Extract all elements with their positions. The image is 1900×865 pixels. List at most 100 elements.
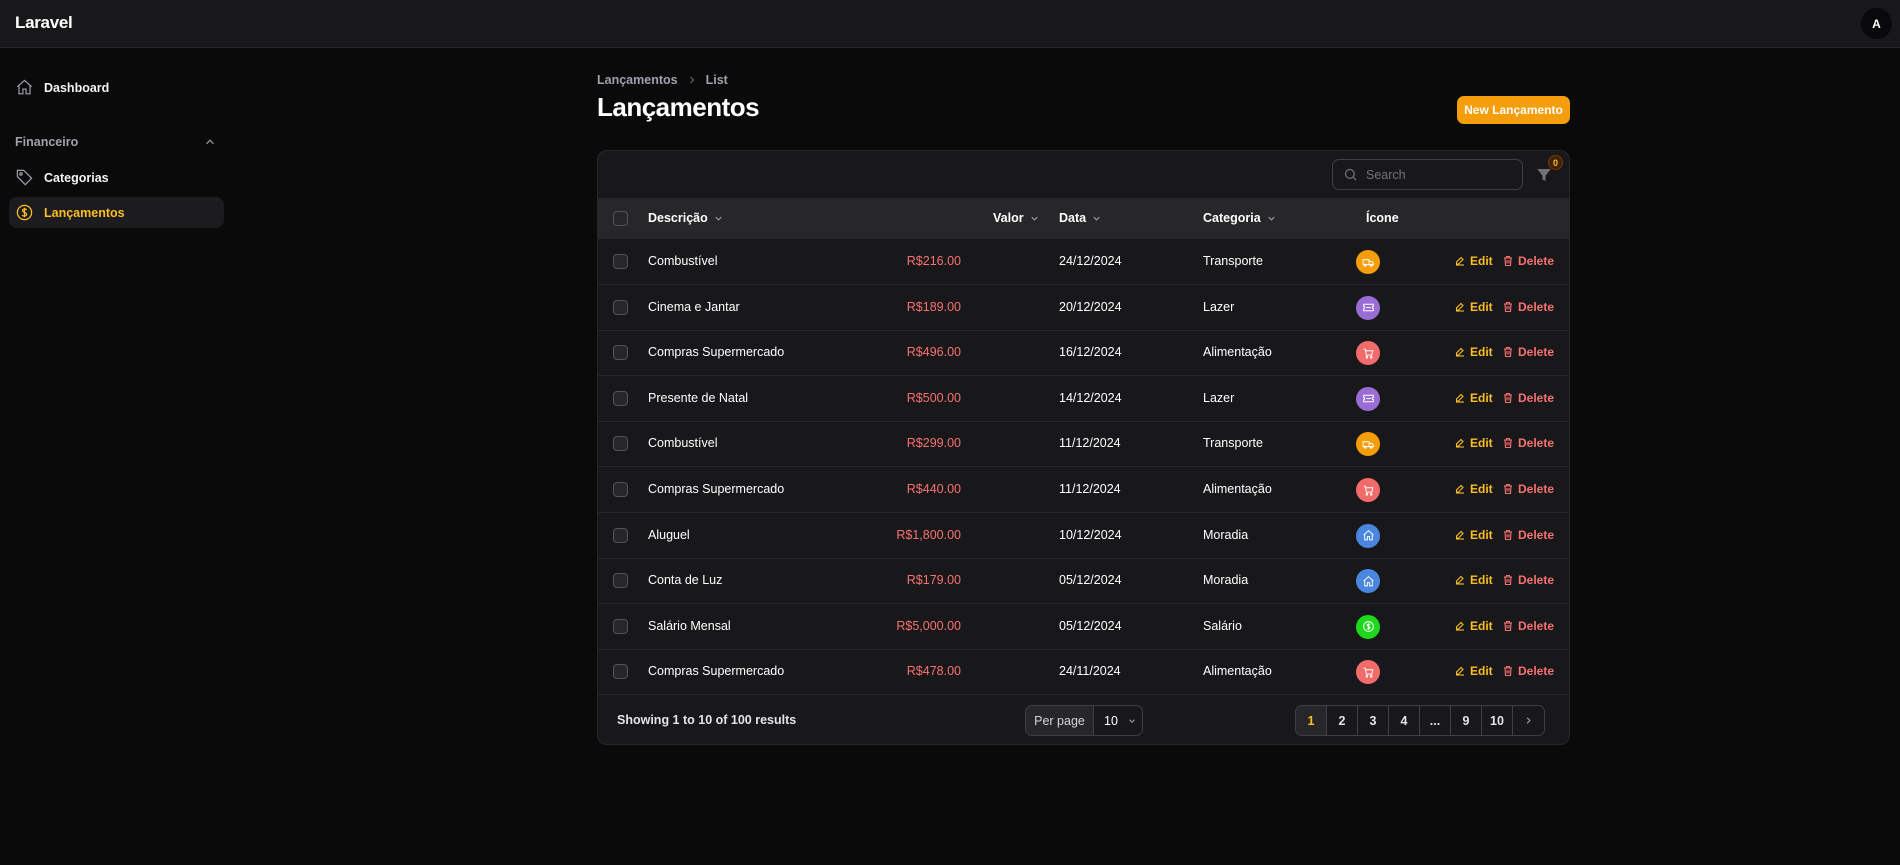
page-button[interactable]: 3 — [1358, 706, 1389, 735]
edit-button[interactable]: Edit — [1454, 528, 1493, 542]
sidebar-item-dashboard[interactable]: Dashboard — [9, 72, 224, 103]
cell-data: 14/12/2024 — [1059, 390, 1122, 405]
search-box[interactable] — [1332, 159, 1523, 190]
cell-descricao: Combustível — [648, 254, 718, 268]
row-checkbox[interactable] — [613, 254, 628, 269]
edit-button[interactable]: Edit — [1454, 619, 1493, 633]
breadcrumb-parent[interactable]: Lançamentos — [597, 73, 678, 87]
delete-button[interactable]: Delete — [1502, 254, 1554, 268]
column-header-label: Valor — [993, 211, 1024, 225]
delete-button[interactable]: Delete — [1502, 345, 1554, 359]
edit-button[interactable]: Edit — [1454, 664, 1493, 678]
column-header-descricao[interactable]: Descrição — [648, 211, 724, 225]
edit-icon — [1455, 256, 1464, 266]
pagination: 1 2 3 4... 9 10 — [1295, 705, 1545, 736]
table-row[interactable]: Presente de Natal R$500.00 14/12/2024 La… — [598, 376, 1569, 422]
row-checkbox[interactable] — [613, 573, 628, 589]
trash-icon — [1504, 529, 1512, 540]
edit-button[interactable]: Edit — [1454, 300, 1493, 314]
tag-icon — [16, 169, 33, 186]
delete-button[interactable]: Delete — [1502, 300, 1554, 314]
results-summary: Showing 1 to 10 of 100 results — [617, 713, 797, 727]
home-icon — [1362, 575, 1374, 587]
row-checkbox[interactable] — [613, 618, 628, 634]
edit-button[interactable]: Edit — [1454, 482, 1493, 496]
sidebar-item-lancamentos[interactable]: Lançamentos — [9, 197, 224, 228]
new-lancamento-button[interactable]: New Lançamento — [1457, 96, 1570, 124]
category-icon-badge — [1356, 432, 1380, 457]
delete-button[interactable]: Delete — [1502, 664, 1554, 678]
edit-button[interactable]: Edit — [1454, 573, 1493, 587]
edit-button[interactable]: Edit — [1454, 345, 1493, 359]
delete-button[interactable]: Delete — [1502, 573, 1554, 587]
cell-categoria: Transporte — [1203, 254, 1263, 268]
page-button[interactable]: 2 — [1327, 706, 1358, 735]
table-row[interactable]: Combustível R$299.00 11/12/2024 Transpor… — [598, 421, 1569, 468]
delete-button[interactable]: Delete — [1502, 482, 1554, 496]
delete-label: Delete — [1518, 573, 1555, 588]
page-button[interactable]: 4 — [1389, 706, 1420, 735]
chevron-up-icon[interactable] — [203, 135, 217, 149]
delete-button[interactable]: Delete — [1502, 528, 1554, 542]
edit-button[interactable]: Edit — [1454, 391, 1493, 405]
category-icon-badge — [1356, 569, 1380, 594]
delete-label: Delete — [1518, 618, 1555, 633]
home-icon — [16, 79, 33, 95]
cell-valor: R$500.00 — [906, 390, 961, 405]
next-page-button[interactable] — [1513, 706, 1544, 735]
column-header-categoria[interactable]: Categoria — [1203, 211, 1277, 225]
delete-button[interactable]: Delete — [1502, 436, 1554, 450]
row-checkbox[interactable] — [613, 299, 628, 315]
row-checkbox[interactable] — [613, 390, 628, 406]
table-row[interactable]: Compras Supermercado R$496.00 16/12/2024… — [598, 330, 1569, 377]
per-page-select[interactable]: Per page 10 — [1025, 705, 1143, 736]
edit-button[interactable]: Edit — [1454, 254, 1493, 268]
trash-icon — [1504, 438, 1512, 449]
cell-descricao: Combustível — [648, 436, 718, 451]
table-row[interactable]: Aluguel R$1,800.00 10/12/2024 Moradia Ed… — [598, 513, 1569, 559]
row-checkbox[interactable] — [613, 527, 628, 543]
table-row[interactable]: Cinema e Jantar R$189.00 20/12/2024 Laze… — [598, 285, 1569, 331]
delete-button[interactable]: Delete — [1502, 391, 1554, 405]
chevron-down-icon — [1093, 216, 1100, 221]
delete-label: Delete — [1518, 299, 1555, 314]
search-input[interactable] — [1366, 167, 1506, 182]
column-header-data[interactable]: Data — [1059, 211, 1102, 225]
delete-button[interactable]: Delete — [1502, 619, 1554, 633]
edit-button[interactable]: Edit — [1454, 436, 1493, 450]
page-button[interactable]: 1 — [1296, 706, 1327, 735]
cell-valor: R$478.00 — [906, 664, 961, 679]
cell-categoria: Moradia — [1203, 573, 1249, 588]
per-page-label: Per page — [1026, 706, 1094, 735]
brand-logo[interactable]: Laravel — [15, 13, 73, 33]
table-row[interactable]: Conta de Luz R$179.00 05/12/2024 Moradia… — [598, 558, 1569, 605]
per-page-value[interactable]: 10 — [1094, 706, 1142, 735]
user-avatar[interactable]: A — [1861, 8, 1892, 39]
cell-data: 10/12/2024 — [1059, 527, 1122, 542]
trash-icon — [1504, 483, 1512, 495]
column-header-label: Ícone — [1366, 211, 1399, 225]
edit-label: Edit — [1470, 390, 1493, 405]
page-button[interactable]: 9 — [1451, 706, 1482, 735]
table-row[interactable]: Salário Mensal R$5,000.00 05/12/2024 Sal… — [598, 604, 1569, 650]
cell-data: 05/12/2024 — [1059, 573, 1122, 588]
cell-descricao: Salário Mensal — [648, 618, 731, 633]
row-checkbox[interactable] — [613, 482, 628, 497]
cell-descricao: Compras Supermercado — [648, 482, 785, 496]
trash-icon — [1504, 255, 1512, 267]
row-checkbox[interactable] — [613, 664, 628, 680]
cell-categoria: Alimentação — [1203, 482, 1272, 496]
sidebar: Dashboard Financeiro Categorias Lançamen… — [0, 49, 232, 865]
table-row[interactable]: Combustível R$216.00 24/12/2024 Transpor… — [598, 239, 1569, 285]
select-all-checkbox[interactable] — [613, 211, 628, 226]
cell-data: 24/11/2024 — [1059, 664, 1121, 679]
table-row[interactable]: Compras Supermercado R$478.00 24/11/2024… — [598, 649, 1569, 696]
table-row[interactable]: Compras Supermercado R$440.00 11/12/2024… — [598, 467, 1569, 513]
page-button[interactable]: 10 — [1482, 706, 1513, 735]
column-header-valor[interactable]: Valor — [993, 211, 1040, 225]
row-checkbox[interactable] — [613, 436, 628, 452]
row-checkbox[interactable] — [613, 345, 628, 361]
chevron-down-icon — [1030, 216, 1038, 221]
sidebar-item-categorias[interactable]: Categorias — [9, 162, 224, 193]
page-title: Lançamentos — [597, 92, 760, 122]
